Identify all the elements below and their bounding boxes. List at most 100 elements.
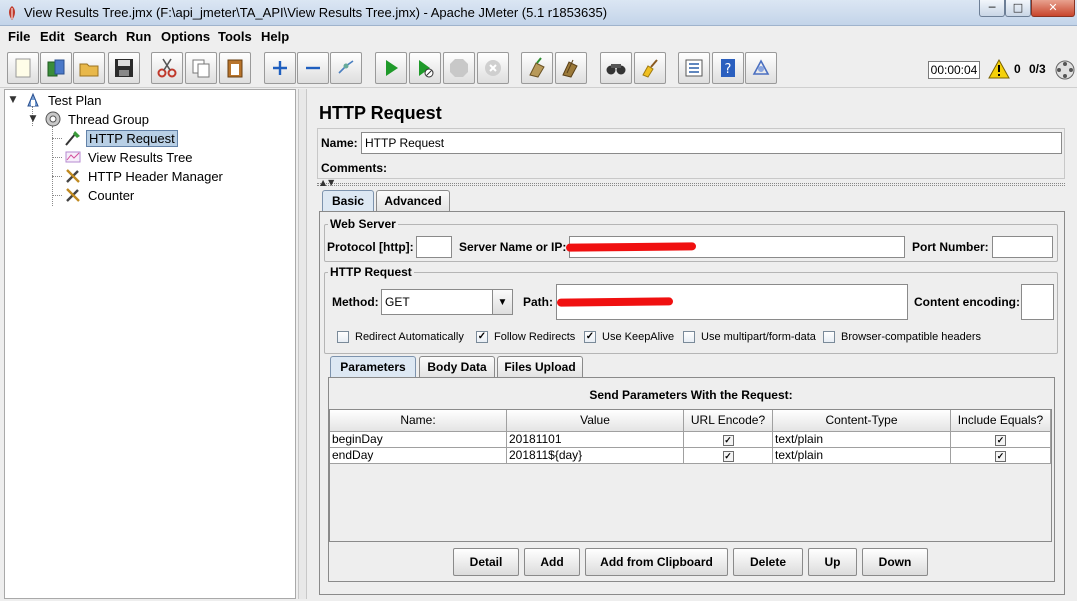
table-cell-include-equals[interactable]: ✓ xyxy=(951,448,1051,464)
use-keepalive-checkbox[interactable]: ✓ Use KeepAlive xyxy=(584,331,674,343)
listener-icon xyxy=(65,151,81,163)
search-button[interactable] xyxy=(600,52,632,84)
add-from-clipboard-button[interactable]: Add from Clipboard xyxy=(585,548,728,576)
expand-all-button[interactable] xyxy=(264,52,296,84)
open-icon xyxy=(79,63,99,77)
new-button[interactable] xyxy=(7,52,39,84)
menu-search[interactable]: Search xyxy=(74,29,117,44)
help-button[interactable]: ? xyxy=(712,52,744,84)
expand-toggle-thread-group[interactable]: ▼ xyxy=(28,114,38,124)
search-icon xyxy=(606,64,626,75)
split-pane-divider[interactable] xyxy=(298,89,307,599)
comments-divider[interactable] xyxy=(317,183,1065,186)
clear-all-button[interactable] xyxy=(555,52,587,84)
method-select[interactable]: GET ▼ xyxy=(381,289,513,315)
menu-run[interactable]: Run xyxy=(126,29,151,44)
clear-icon xyxy=(529,57,545,78)
tab-body-data[interactable]: Body Data xyxy=(419,356,495,377)
follow-redirects-checkbox[interactable]: ✓ Follow Redirects xyxy=(476,331,575,343)
up-button[interactable]: Up xyxy=(808,548,857,576)
tree-node-test-plan[interactable]: Test Plan xyxy=(23,91,103,109)
maximize-button[interactable]: □ xyxy=(1005,0,1031,17)
table-cell-name[interactable]: endDay xyxy=(330,448,507,464)
stop-button[interactable] xyxy=(443,52,475,84)
protocol-input[interactable] xyxy=(416,236,452,258)
expand-toggle-test-plan[interactable]: ▼ xyxy=(8,95,18,105)
menubar: File Edit Search Run Options Tools Help xyxy=(0,27,1077,47)
delete-button[interactable]: Delete xyxy=(733,548,803,576)
toggle-button[interactable] xyxy=(330,52,362,84)
port-number-label: Port Number: xyxy=(912,240,989,254)
name-input[interactable]: HTTP Request xyxy=(361,132,1062,154)
table-cell-name[interactable]: beginDay xyxy=(330,432,507,448)
column-header-include-equals[interactable]: Include Equals? xyxy=(951,410,1051,432)
path-input[interactable] xyxy=(556,284,908,320)
paste-button[interactable] xyxy=(219,52,251,84)
start-button[interactable] xyxy=(375,52,407,84)
http-request-title: HTTP Request xyxy=(328,265,414,279)
tab-basic[interactable]: Basic xyxy=(322,190,374,211)
collapse-icon xyxy=(306,66,320,70)
tree-node-thread-group[interactable]: Thread Group xyxy=(43,110,151,128)
tree-node-counter[interactable]: Counter xyxy=(63,186,136,204)
start-no-pause-icon xyxy=(419,60,434,78)
open-button[interactable] xyxy=(73,52,105,84)
table-cell-url-encode[interactable]: ✓ xyxy=(684,432,773,448)
divider-arrows-icon[interactable]: ▲▼ xyxy=(320,178,336,187)
tree-node-http-request[interactable]: HTTP Request xyxy=(63,129,178,147)
clear-button[interactable] xyxy=(521,52,553,84)
collapse-all-button[interactable] xyxy=(297,52,329,84)
table-cell-value[interactable]: 201811${day} xyxy=(507,448,684,464)
table-cell-include-equals[interactable]: ✓ xyxy=(951,432,1051,448)
menu-edit[interactable]: Edit xyxy=(40,29,65,44)
column-header-name[interactable]: Name: xyxy=(330,410,507,432)
menu-options[interactable]: Options xyxy=(161,29,210,44)
cut-button[interactable] xyxy=(151,52,183,84)
tab-advanced[interactable]: Advanced xyxy=(376,190,450,211)
templates-button[interactable] xyxy=(40,52,72,84)
add-button[interactable]: Add xyxy=(524,548,580,576)
save-button[interactable] xyxy=(108,52,140,84)
elapsed-time: 00:00:04 xyxy=(928,61,980,79)
column-header-value[interactable]: Value xyxy=(507,410,684,432)
warning-icon[interactable] xyxy=(988,59,1010,79)
menu-tools[interactable]: Tools xyxy=(218,29,252,44)
menu-help[interactable]: Help xyxy=(261,29,289,44)
content-encoding-input[interactable] xyxy=(1021,284,1054,320)
table-cell-value[interactable]: 20181101 xyxy=(507,432,684,448)
chevron-down-icon[interactable]: ▼ xyxy=(492,290,512,314)
table-cell-url-encode[interactable]: ✓ xyxy=(684,448,773,464)
tab-files-upload[interactable]: Files Upload xyxy=(497,356,583,377)
close-button[interactable]: ✕ xyxy=(1031,0,1075,17)
parameters-table[interactable]: Name: Value URL Encode? Content-Type Inc… xyxy=(329,409,1052,542)
server-name-input[interactable] xyxy=(565,236,905,258)
remote-button[interactable] xyxy=(745,52,777,84)
minimize-button[interactable]: ─ xyxy=(979,0,1005,17)
copy-button[interactable] xyxy=(185,52,217,84)
shutdown-button[interactable] xyxy=(477,52,509,84)
reset-search-button[interactable] xyxy=(634,52,666,84)
window-title: View Results Tree.jmx (F:\api_jmeter\TA_… xyxy=(24,5,608,20)
use-multipart-checkbox[interactable]: Use multipart/form-data xyxy=(683,331,816,343)
menu-file[interactable]: File xyxy=(8,29,30,44)
column-header-url-encode[interactable]: URL Encode? xyxy=(684,410,773,432)
help-icon: ? xyxy=(721,59,735,77)
redirect-automatically-checkbox[interactable]: Redirect Automatically xyxy=(337,331,464,343)
tab-parameters[interactable]: Parameters xyxy=(330,356,416,377)
function-helper-icon xyxy=(685,59,703,77)
detail-button[interactable]: Detail xyxy=(453,548,519,576)
tree-node-label: HTTP Request xyxy=(86,129,178,147)
column-header-content-type[interactable]: Content-Type xyxy=(773,410,951,432)
table-cell-content-type[interactable]: text/plain xyxy=(773,432,951,448)
test-plan-tree[interactable]: ▼ Test Plan ▼ Thread Group HTTP Request … xyxy=(4,89,296,599)
table-cell-content-type[interactable]: text/plain xyxy=(773,448,951,464)
tree-node-http-header-manager[interactable]: HTTP Header Manager xyxy=(63,167,225,185)
down-button[interactable]: Down xyxy=(862,548,928,576)
port-number-input[interactable] xyxy=(992,236,1053,258)
browser-compatible-headers-checkbox[interactable]: Browser-compatible headers xyxy=(823,331,981,343)
tree-connector xyxy=(52,138,62,139)
tree-node-view-results-tree[interactable]: View Results Tree xyxy=(63,148,195,166)
start-no-pauses-button[interactable] xyxy=(409,52,441,84)
server-name-label: Server Name or IP: xyxy=(459,240,567,254)
function-helper-button[interactable] xyxy=(678,52,710,84)
